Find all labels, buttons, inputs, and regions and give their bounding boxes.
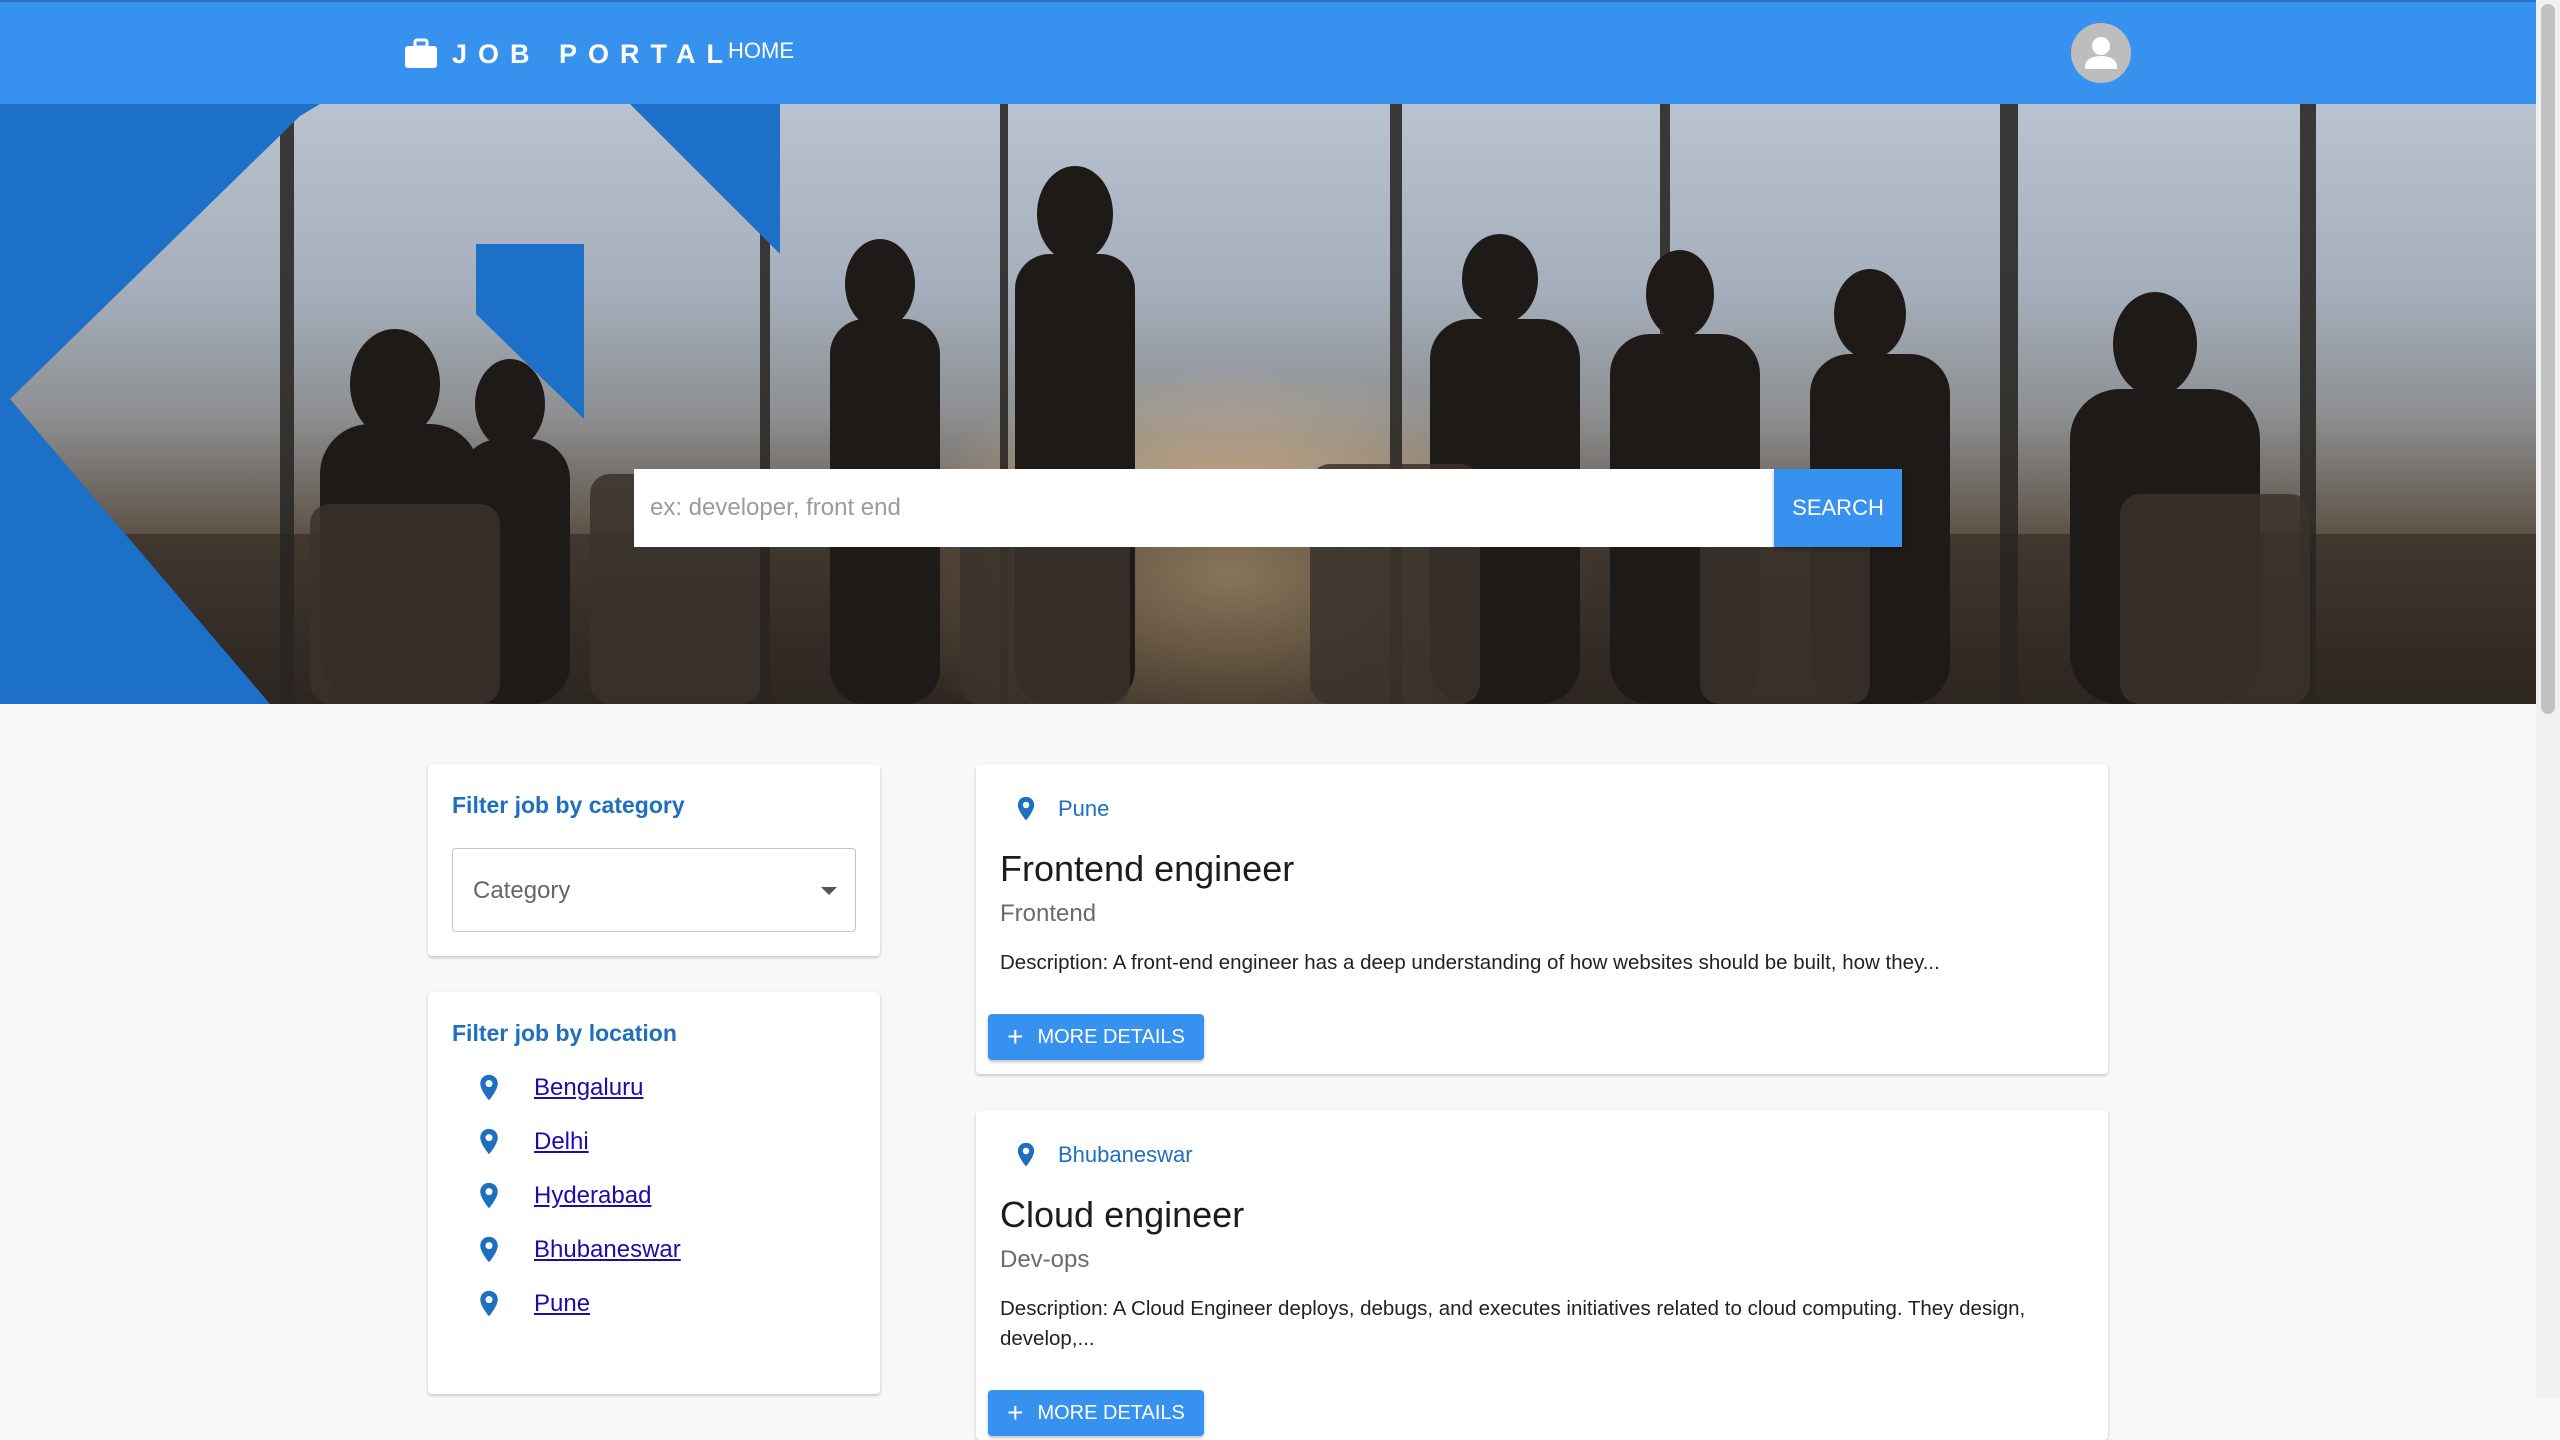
location-link-bengaluru[interactable]: Bengaluru xyxy=(534,1074,643,1102)
job-card: Pune Frontend engineer Frontend Descript… xyxy=(976,764,2108,1074)
location-link-delhi[interactable]: Delhi xyxy=(534,1128,589,1156)
location-link-bhubaneswar[interactable]: Bhubaneswar xyxy=(534,1236,681,1264)
job-card: Bhubaneswar Cloud engineer Dev-ops Descr… xyxy=(976,1110,2108,1440)
location-link-hyderabad[interactable]: Hyderabad xyxy=(534,1182,651,1210)
job-location-label: Bhubaneswar xyxy=(1058,1142,1193,1167)
location-pin-icon xyxy=(480,1290,498,1317)
person-icon xyxy=(2085,37,2117,69)
location-item: Bengaluru xyxy=(428,1070,880,1124)
category-filter-title: Filter job by category xyxy=(452,792,685,818)
location-filter-title: Filter job by location xyxy=(452,1020,677,1046)
job-location: Bhubaneswar xyxy=(1016,1142,1193,1168)
job-title: Cloud engineer xyxy=(1000,1194,1245,1235)
location-item: Pune xyxy=(428,1286,880,1340)
category-filter-card: Filter job by category Category xyxy=(428,764,880,956)
job-search-input[interactable] xyxy=(634,469,1774,547)
nav-home-link[interactable]: HOME xyxy=(728,38,794,64)
job-category: Frontend xyxy=(1000,900,1097,927)
location-link-pune[interactable]: Pune xyxy=(534,1290,590,1318)
location-item: Bhubaneswar xyxy=(428,1232,880,1286)
location-pin-icon xyxy=(480,1182,498,1209)
search-button[interactable]: SEARCH xyxy=(1774,469,1902,547)
more-details-label: MORE DETAILS xyxy=(1037,1401,1185,1424)
top-app-bar: JOB PORTAL HOME xyxy=(0,0,2536,104)
location-item: Delhi xyxy=(428,1124,880,1178)
dropdown-arrow-icon xyxy=(821,887,837,895)
hero-banner: SEARCH xyxy=(0,104,2536,704)
more-details-button[interactable]: + MORE DETAILS xyxy=(988,1390,1204,1436)
brand-title: JOB PORTAL xyxy=(452,38,735,69)
job-title: Frontend engineer xyxy=(1000,848,1295,889)
location-list: Bengaluru Delhi Hyderabad Bhubaneswar Pu… xyxy=(428,1070,880,1340)
more-details-label: MORE DETAILS xyxy=(1037,1025,1185,1048)
location-item: Hyderabad xyxy=(428,1178,880,1232)
location-pin-icon xyxy=(480,1236,498,1263)
location-pin-icon xyxy=(1017,796,1035,821)
category-select[interactable]: Category xyxy=(452,848,856,932)
plus-icon: + xyxy=(1007,1397,1024,1428)
briefcase-icon xyxy=(404,38,438,70)
location-pin-icon xyxy=(480,1128,498,1155)
job-location-label: Pune xyxy=(1058,796,1110,821)
brand[interactable]: JOB PORTAL xyxy=(404,34,734,74)
user-avatar[interactable] xyxy=(2071,23,2131,83)
job-location: Pune xyxy=(1016,796,1109,822)
job-category: Dev-ops xyxy=(1000,1246,1090,1273)
page-scrollbar[interactable] xyxy=(2536,0,2560,1398)
category-select-label: Category xyxy=(473,877,571,904)
plus-icon: + xyxy=(1007,1021,1024,1052)
meeting-room-photo xyxy=(0,104,2536,704)
location-pin-icon xyxy=(1017,1142,1035,1167)
job-description: Description: A Cloud Engineer deploys, d… xyxy=(1000,1297,2026,1350)
location-pin-icon xyxy=(480,1074,498,1101)
job-search-bar: SEARCH xyxy=(634,469,1902,547)
more-details-button[interactable]: + MORE DETAILS xyxy=(988,1014,1204,1060)
job-description: Description: A front-end engineer has a … xyxy=(1000,951,1940,974)
scrollbar-thumb[interactable] xyxy=(2541,4,2555,714)
location-filter-card: Filter job by location Bengaluru Delhi H… xyxy=(428,992,880,1394)
